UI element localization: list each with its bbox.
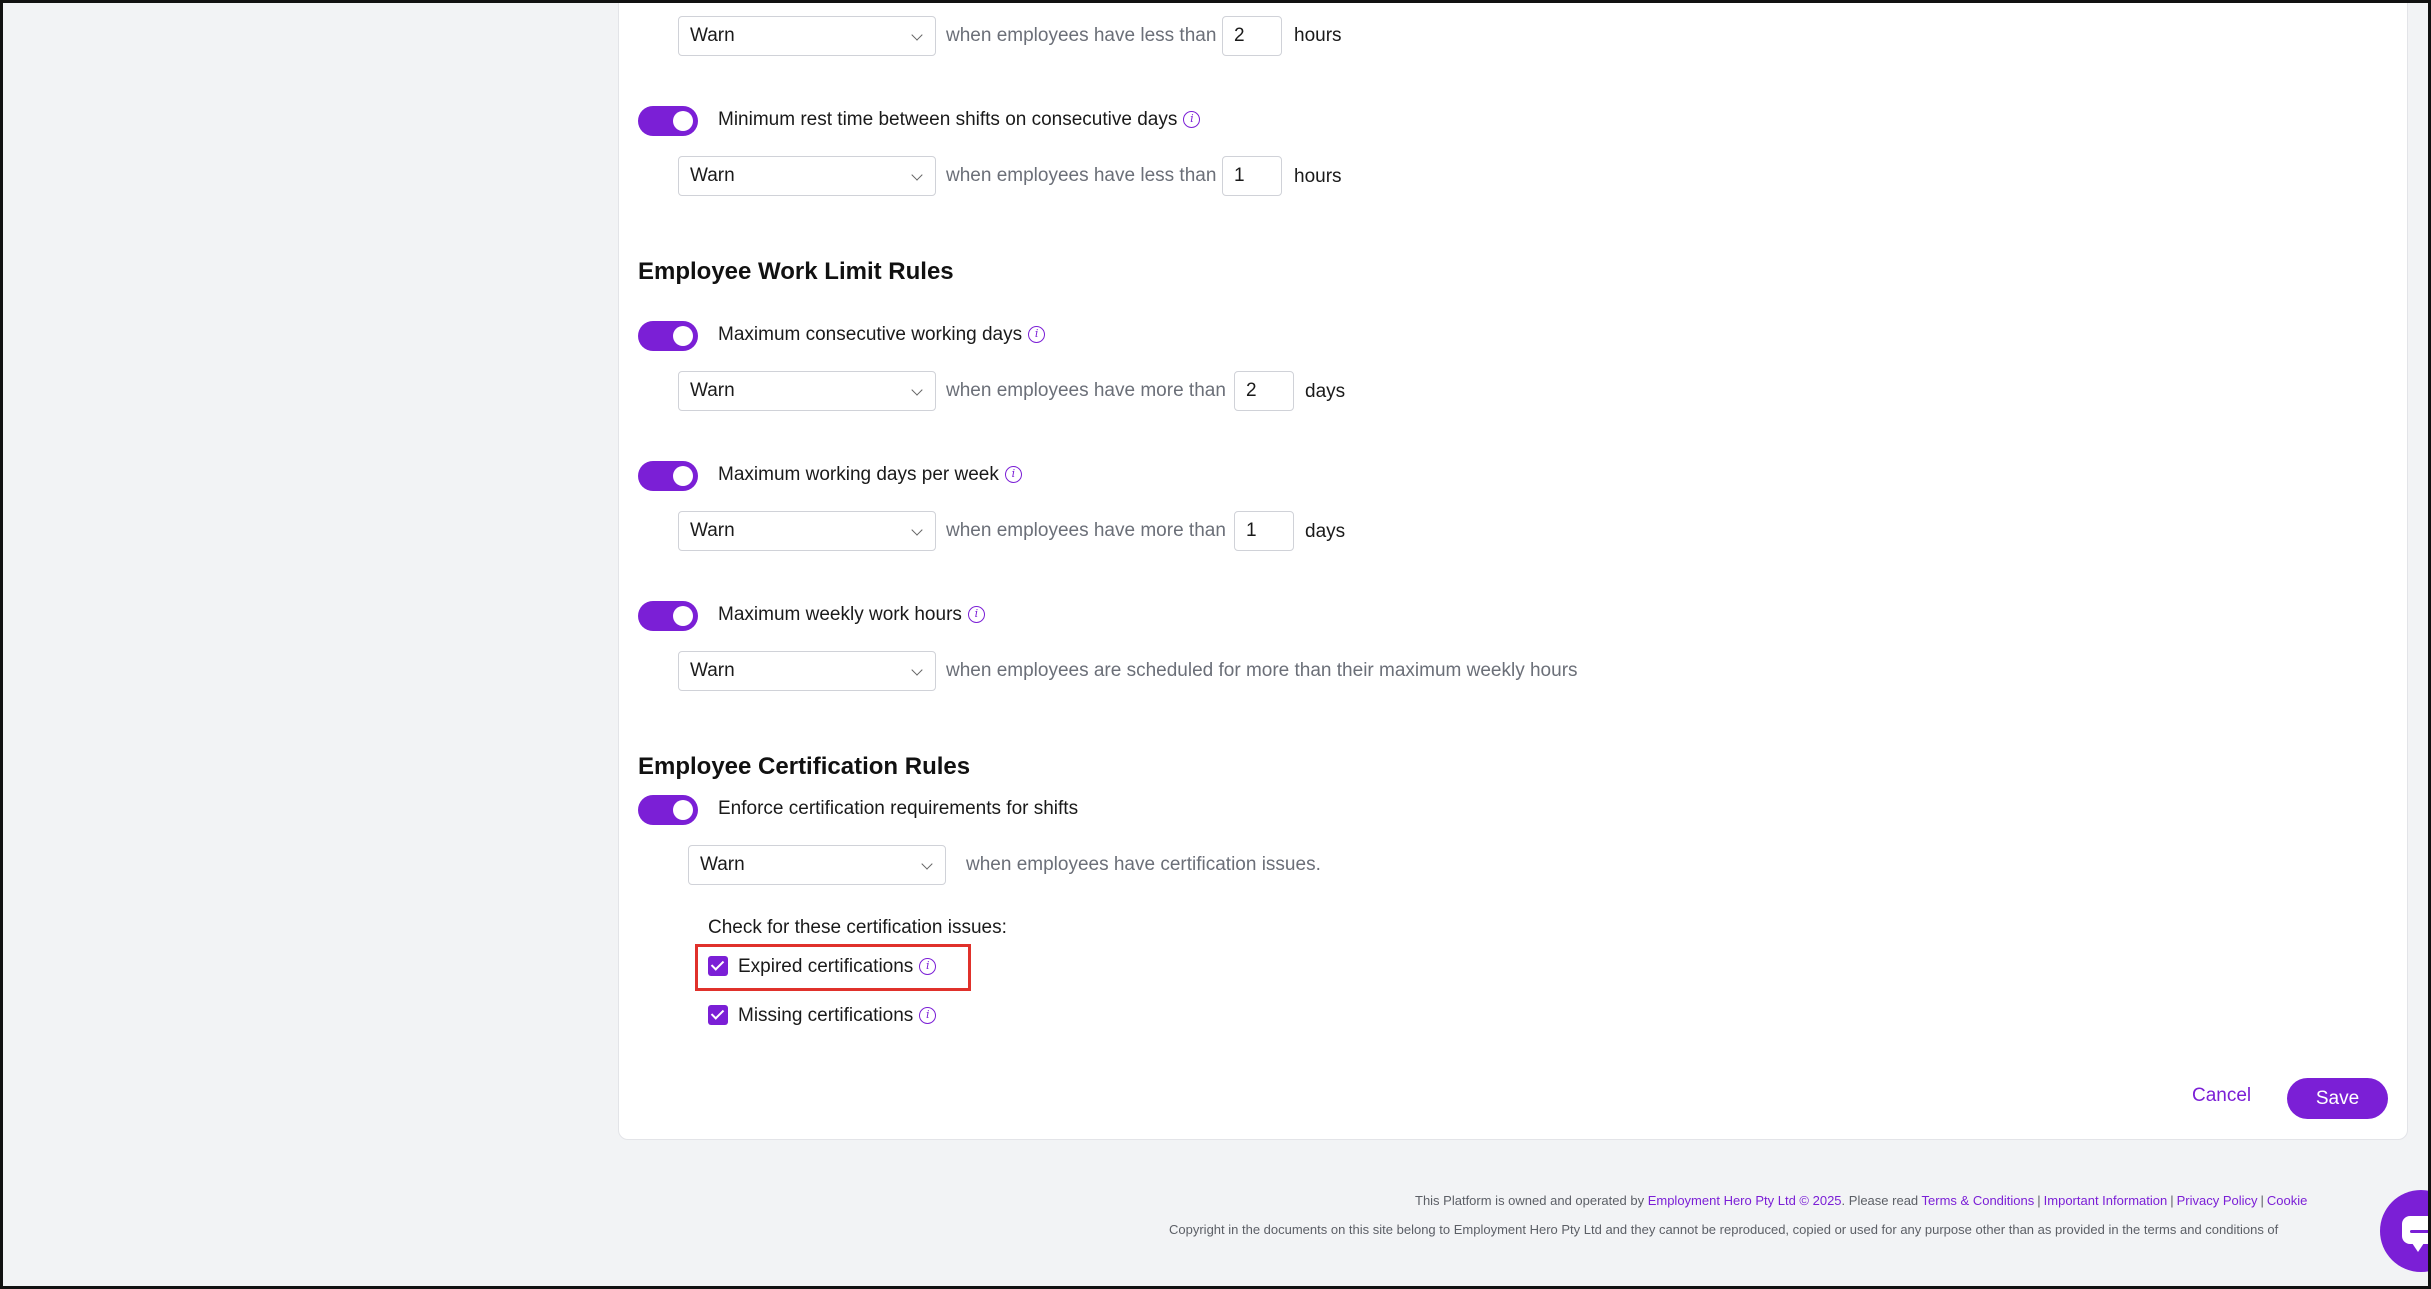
terms-link[interactable]: Terms & Conditions [1922, 1193, 2035, 1208]
chat-button[interactable] [2380, 1190, 2431, 1272]
rule-action-select[interactable]: Warn [678, 511, 936, 551]
rule-action-select[interactable]: Warn [678, 651, 936, 691]
select-value: Warn [690, 520, 735, 541]
rule-title-text: Minimum rest time between shifts on cons… [718, 109, 1178, 130]
rule-action-select[interactable]: Warn [678, 371, 936, 411]
rule-description: when employees have less than [946, 25, 1217, 46]
footer-line-2: Copyright in the documents on this site … [1169, 1222, 2279, 1237]
chevron-down-icon [911, 29, 923, 41]
chevron-down-icon [911, 169, 923, 181]
rule-toggle[interactable] [638, 601, 698, 631]
rule-title: Maximum consecutive working days i [718, 323, 1046, 347]
missing-certifications-label: Missing certifications i [738, 1004, 937, 1028]
certification-description: when employees have certification issues… [966, 854, 1321, 875]
footer-line-1: This Platform is owned and operated by E… [1415, 1193, 2308, 1208]
rule-unit: hours [1294, 25, 1342, 46]
info-icon[interactable]: i [967, 606, 985, 623]
save-button[interactable]: Save [2287, 1078, 2388, 1119]
certification-action-select[interactable]: Warn [688, 845, 946, 885]
footer-text: This Platform is owned and operated by [1415, 1193, 1645, 1208]
info-icon[interactable]: i [1183, 111, 1201, 128]
select-value: Warn [690, 25, 735, 46]
toggle-knob [673, 466, 693, 486]
chevron-down-icon [911, 524, 923, 536]
rule-description: when employees have more than [946, 380, 1226, 401]
rule-toggle[interactable] [638, 461, 698, 491]
select-value: Warn [700, 854, 745, 875]
rule-description: when employees have less than [946, 165, 1217, 186]
rule-title: Maximum working days per week i [718, 463, 1022, 487]
chevron-down-icon [911, 384, 923, 396]
chevron-down-icon [921, 858, 933, 870]
rule-value-input[interactable]: 1 [1234, 511, 1294, 551]
info-icon[interactable]: i [919, 1007, 937, 1024]
rule-value-input[interactable]: 2 [1234, 371, 1294, 411]
toggle-knob [673, 606, 693, 626]
missing-certifications-checkbox[interactable] [708, 1005, 728, 1025]
rule-action-select[interactable]: Warn [678, 156, 936, 196]
expired-certifications-checkbox[interactable] [708, 956, 728, 976]
rule-unit: days [1305, 381, 1346, 402]
important-info-link[interactable]: Important Information [2044, 1193, 2168, 1208]
privacy-link[interactable]: Privacy Policy [2177, 1193, 2258, 1208]
rule-unit: hours [1294, 166, 1342, 187]
select-value: Warn [690, 165, 735, 186]
footer-text: . Please read [1841, 1193, 1919, 1208]
chevron-down-icon [911, 664, 923, 676]
check-label-text: Expired certifications [738, 956, 914, 977]
rule-toggle[interactable] [638, 321, 698, 351]
rule-title-text: Maximum weekly work hours [718, 604, 962, 625]
rule-toggle[interactable] [638, 106, 698, 136]
rule-description: when employees are scheduled for more th… [946, 660, 1578, 681]
cancel-button[interactable]: Cancel [2192, 1085, 2251, 1107]
rule-title: Maximum weekly work hours i [718, 603, 985, 627]
rule-unit: days [1305, 521, 1346, 542]
rule-description: when employees have more than [946, 520, 1226, 541]
rule-title-text: Maximum working days per week [718, 464, 999, 485]
section-heading-certification: Employee Certification Rules [638, 753, 971, 780]
check-label-text: Missing certifications [738, 1005, 914, 1026]
certification-toggle-label: Enforce certification requirements for s… [718, 798, 1079, 819]
info-icon[interactable]: i [1028, 326, 1046, 343]
info-icon[interactable]: i [1004, 466, 1022, 483]
expired-certifications-label: Expired certifications i [738, 955, 937, 979]
select-value: Warn [690, 380, 735, 401]
certification-toggle[interactable] [638, 795, 698, 825]
rule-action-select[interactable]: Warn [678, 16, 936, 56]
section-heading-work-limit: Employee Work Limit Rules [638, 258, 954, 285]
rule-value-input[interactable]: 1 [1222, 156, 1282, 196]
toggle-knob [673, 111, 693, 131]
cookie-link[interactable]: Cookie [2267, 1193, 2307, 1208]
check-heading: Check for these certification issues: [708, 917, 1007, 938]
toggle-knob [673, 326, 693, 346]
rule-title: Minimum rest time between shifts on cons… [718, 108, 1201, 132]
rule-value-input[interactable]: 2 [1222, 16, 1282, 56]
company-link[interactable]: Employment Hero Pty Ltd © 2025 [1648, 1193, 1842, 1208]
chat-line [2410, 1230, 2431, 1233]
rule-title-text: Maximum consecutive working days [718, 324, 1023, 345]
select-value: Warn [690, 660, 735, 681]
info-icon[interactable]: i [919, 958, 937, 975]
toggle-knob [673, 800, 693, 820]
